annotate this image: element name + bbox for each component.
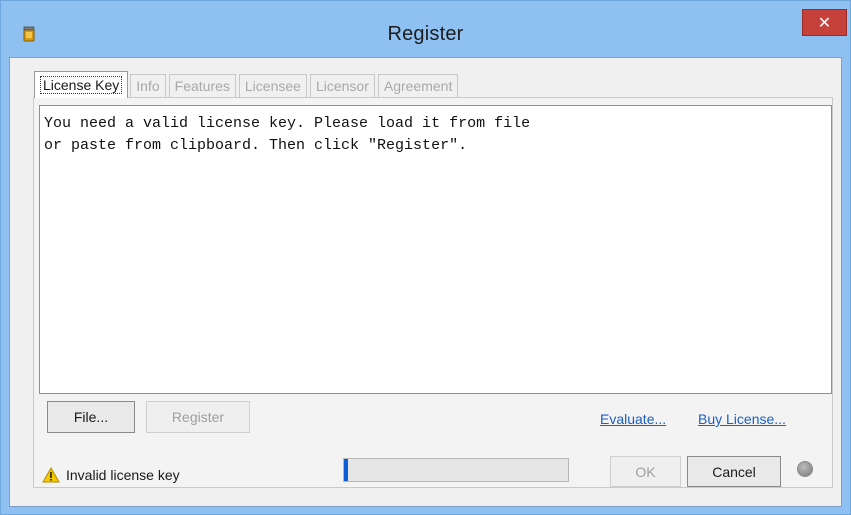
progress-bar bbox=[343, 458, 569, 482]
status-text: Invalid license key bbox=[66, 467, 180, 483]
tab-label: License Key bbox=[40, 76, 123, 94]
register-dialog: Register ✕ License Key Info Features Lic… bbox=[0, 0, 851, 515]
status-indicator-icon bbox=[797, 461, 813, 477]
license-key-panel: You need a valid license key. Please loa… bbox=[33, 97, 833, 488]
ok-button[interactable]: OK bbox=[610, 456, 681, 487]
window-title: Register bbox=[387, 23, 464, 45]
cancel-button[interactable]: Cancel bbox=[687, 456, 781, 487]
progress-fill bbox=[344, 459, 349, 481]
title-bar[interactable]: Register ✕ bbox=[1, 1, 850, 57]
buy-license-link[interactable]: Buy License... bbox=[698, 411, 786, 427]
tab-licensor[interactable]: Licensor bbox=[309, 74, 375, 98]
file-button[interactable]: File... bbox=[47, 401, 135, 433]
tab-agreement[interactable]: Agreement bbox=[377, 74, 459, 98]
status-area: Invalid license key bbox=[42, 467, 180, 483]
dialog-body: License Key Info Features Licensee Licen… bbox=[9, 57, 842, 507]
close-icon: ✕ bbox=[817, 12, 832, 32]
close-button[interactable]: ✕ bbox=[802, 9, 847, 36]
tab-license-key[interactable]: License Key bbox=[34, 71, 129, 98]
evaluate-link[interactable]: Evaluate... bbox=[600, 411, 666, 427]
tab-strip: License Key Info Features Licensee Licen… bbox=[34, 71, 461, 98]
warning-icon bbox=[42, 467, 60, 483]
tab-info[interactable]: Info bbox=[130, 74, 166, 98]
tab-licensee[interactable]: Licensee bbox=[238, 74, 307, 98]
tab-features[interactable]: Features bbox=[168, 74, 236, 98]
register-button[interactable]: Register bbox=[146, 401, 250, 433]
license-key-textarea[interactable]: You need a valid license key. Please loa… bbox=[39, 105, 832, 394]
